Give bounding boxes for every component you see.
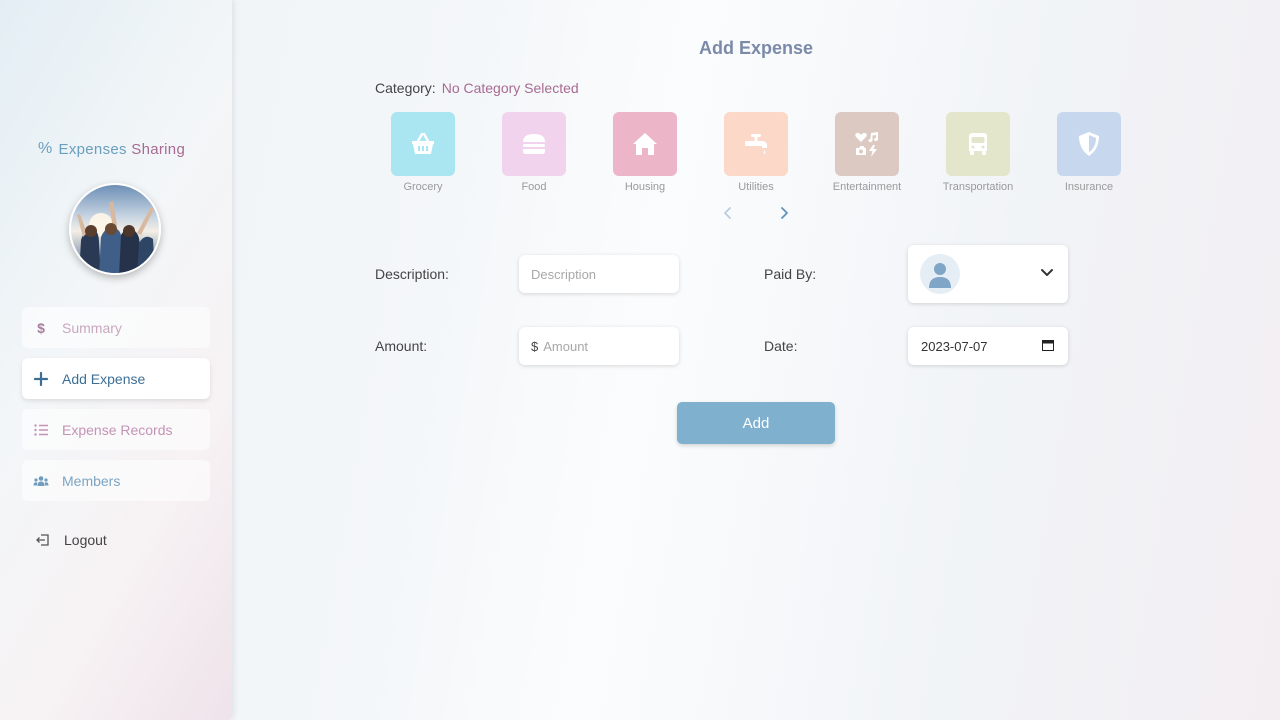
category-tile [1057,112,1121,176]
category-name: Entertainment [832,181,902,193]
category-transportation[interactable]: Transportation [933,112,1023,193]
sidebar: % Expenses Sharing $ Summary Add Expense… [0,0,232,720]
category-tile [613,112,677,176]
description-label: Description: [375,266,449,282]
amount-prefix: $ [531,338,539,354]
plus-icon [33,371,49,387]
sidebar-item-label: Add Expense [62,370,146,387]
category-food[interactable]: Food [489,112,579,193]
category-name: Food [521,181,547,193]
users-icon [33,473,49,489]
category-value: No Category Selected [441,80,579,96]
add-button[interactable]: Add [677,402,835,444]
category-tile [391,112,455,176]
sidebar-item-label: Expense Records [62,421,173,438]
date-value: 2023-07-07 [921,338,988,354]
calendar-icon[interactable] [1042,339,1054,354]
svg-text:$: $ [37,320,45,336]
category-utilities[interactable]: Utilities [711,112,801,193]
house-icon [633,133,657,155]
sidebar-item-expense-records[interactable]: Expense Records [22,409,210,450]
amount-label: Amount: [375,338,428,354]
category-tile [835,112,899,176]
category-tile [724,112,788,176]
category-name: Utilities [738,181,774,193]
shield-icon [1079,132,1099,156]
sidebar-item-members[interactable]: Members [22,460,210,501]
amount-placeholder: Amount [543,338,589,354]
sidebar-item-add-expense[interactable]: Add Expense [22,358,210,399]
user-avatar-icon [920,254,960,294]
paid-by-label: Paid By: [764,266,817,282]
category-insurance[interactable]: Insurance [1044,112,1134,193]
bus-icon [969,133,987,155]
paid-by-select[interactable] [908,245,1068,303]
logout-button[interactable]: Logout [36,532,107,548]
faucet-icon [745,134,767,154]
brand-word-2: Sharing [131,140,186,158]
category-tile [946,112,1010,176]
chevron-left-icon [724,207,731,219]
logout-label: Logout [64,532,107,548]
category-entertainment[interactable]: Entertainment [822,112,912,193]
logout-icon [36,533,50,547]
carousel-next-button[interactable] [776,205,792,221]
entertainment-icon [855,132,878,157]
category-housing[interactable]: Housing [600,112,690,193]
category-name: Housing [624,181,666,193]
sidebar-item-label: Summary [62,319,122,336]
list-icon [33,422,49,438]
category-selection: Category: No Category Selected [375,80,579,96]
category-tile [502,112,566,176]
brand-logo: % Expenses Sharing [38,140,185,158]
category-name: Grocery [403,181,443,193]
category-name: Insurance [1064,181,1114,193]
dollar-icon: $ [33,320,49,336]
date-label: Date: [764,338,798,354]
category-name: Transportation [942,181,1014,193]
avatar [69,183,161,275]
percent-icon: % [38,140,53,157]
burger-icon [523,134,545,154]
avatar-photo [71,185,159,273]
brand-word-1: Expenses [58,140,127,158]
category-label: Category: [375,80,436,96]
sidebar-item-summary[interactable]: $ Summary [22,307,210,348]
sidebar-item-label: Members [62,472,121,489]
description-placeholder: Description [531,266,597,282]
amount-field[interactable]: $ Amount [519,327,679,365]
date-field[interactable]: 2023-07-07 [908,327,1068,365]
chevron-down-icon [1040,265,1054,283]
description-field[interactable]: Description [519,255,679,293]
basket-icon [412,132,434,154]
chevron-right-icon [781,207,788,219]
carousel-prev-button[interactable] [720,205,736,221]
page-title: Add Expense [698,38,814,58]
category-grocery[interactable]: Grocery [378,112,468,193]
